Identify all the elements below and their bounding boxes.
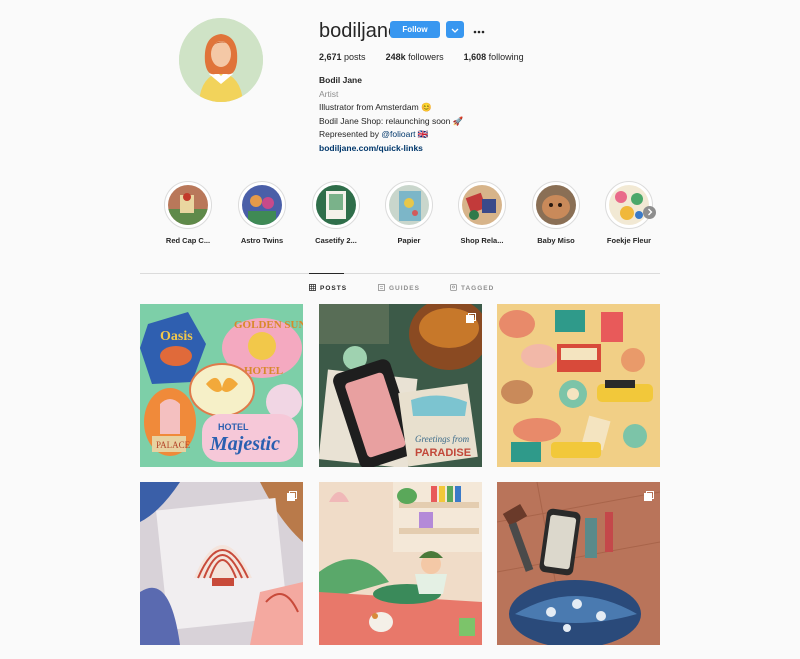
post-tile[interactable] — [319, 482, 482, 645]
tagged-icon — [450, 284, 457, 293]
svg-text:Majestic: Majestic — [209, 433, 280, 455]
svg-text:HOTEL: HOTEL — [244, 365, 283, 377]
svg-text:HOTEL: HOTEL — [218, 422, 249, 432]
highlight-label: Baby Miso — [537, 236, 575, 245]
following-label: following — [488, 52, 524, 62]
story-highlights: Red Cap C... Astro Twins Casetify 2... P… — [155, 181, 665, 251]
bio-line-3: Represented by @folioart 🇬🇧 — [319, 128, 463, 142]
bio-mention-link[interactable]: @folioart — [381, 129, 415, 139]
multi-post-icon — [466, 310, 476, 328]
post-tile[interactable]: Oasis GOLDEN SUN HOTEL PALACE HOTEL Maje… — [140, 304, 303, 467]
highlight-ring — [312, 181, 360, 229]
multi-post-icon — [644, 488, 654, 506]
profile-avatar[interactable] — [179, 18, 263, 102]
highlights-next-button[interactable] — [643, 206, 656, 219]
highlight-thumbnail — [389, 185, 429, 225]
profile-stats: 2,671 posts 248k followers 1,608 followi… — [319, 52, 544, 62]
svg-text:GOLDEN SUN: GOLDEN SUN — [234, 319, 303, 331]
highlight-label: Papier — [397, 236, 421, 245]
tab-posts-label: POSTS — [320, 285, 348, 292]
post-tile[interactable]: Greetings from PARADISE — [319, 304, 482, 467]
highlight-ring — [164, 181, 212, 229]
highlight-thumbnail — [536, 185, 576, 225]
highlight-item[interactable]: Astro Twins — [222, 181, 302, 245]
highlight-item[interactable]: Foekje Fleur — [589, 181, 669, 245]
bio-line-3-prefix: Represented by — [319, 129, 382, 139]
post-tile[interactable] — [497, 304, 660, 467]
tab-tagged-label: TAGGED — [461, 285, 495, 292]
highlight-ring — [605, 181, 653, 229]
post-tile[interactable] — [140, 482, 303, 645]
tab-tagged[interactable]: TAGGED — [450, 284, 494, 293]
guides-icon — [378, 284, 385, 293]
highlight-item[interactable]: Papier — [369, 181, 449, 245]
posts-label: posts — [344, 52, 366, 62]
svg-text:Oasis: Oasis — [160, 329, 193, 344]
highlight-label: Astro Twins — [240, 236, 284, 245]
profile-username: bodiljane — [319, 20, 400, 42]
svg-text:PARADISE: PARADISE — [415, 447, 471, 459]
bio-website-link[interactable]: bodiljane.com/quick-links — [319, 142, 463, 156]
svg-text:Greetings from: Greetings from — [415, 434, 470, 444]
highlight-item[interactable]: Casetify 2... — [296, 181, 376, 245]
highlight-ring — [238, 181, 286, 229]
grid-icon — [309, 284, 316, 293]
following-stat[interactable]: 1,608 following — [464, 52, 524, 62]
highlight-item[interactable]: Red Cap C... — [148, 181, 228, 245]
highlight-thumbnail — [609, 185, 649, 225]
bio-line-2: Bodil Jane Shop: relaunching soon 🚀 — [319, 115, 464, 126]
bio-category: Artist — [319, 88, 339, 99]
follow-button[interactable]: Follow — [390, 21, 440, 38]
followers-count: 248k — [385, 52, 406, 62]
highlight-thumbnail — [168, 185, 208, 225]
profile-bio: Bodil Jane Artist Illustrator from Amste… — [319, 74, 463, 155]
highlight-label: Foekje Fleur — [606, 236, 652, 245]
tab-posts[interactable]: POSTS — [309, 284, 347, 293]
highlight-item[interactable]: Shop Rela... — [442, 181, 522, 245]
chevron-down-icon — [451, 21, 459, 39]
tab-guides-label: GUIDES — [389, 285, 420, 292]
bio-name: Bodil Jane — [319, 75, 362, 85]
posts-stat: 2,671 posts — [319, 52, 366, 62]
tabs-divider — [140, 273, 660, 274]
highlight-label: Shop Rela... — [460, 236, 504, 245]
highlight-label: Red Cap C... — [165, 236, 211, 245]
tab-guides[interactable]: GUIDES — [378, 284, 420, 293]
svg-text:PALACE: PALACE — [156, 440, 191, 450]
active-tab-indicator — [309, 273, 344, 274]
followers-stat[interactable]: 248k followers — [386, 52, 444, 62]
bio-line-1: Illustrator from Amsterdam 😊 — [319, 102, 432, 112]
more-dots-icon — [473, 21, 485, 39]
post-tile[interactable] — [497, 482, 660, 645]
suggested-dropdown-button[interactable] — [446, 21, 464, 38]
bio-line-3-flag: 🇬🇧 — [415, 129, 429, 139]
posts-count: 2,671 — [319, 52, 342, 62]
highlight-thumbnail — [316, 185, 356, 225]
more-options-button[interactable] — [471, 21, 487, 38]
highlight-item[interactable]: Baby Miso — [516, 181, 596, 245]
highlight-label: Casetify 2... — [315, 236, 357, 245]
followers-label: followers — [408, 52, 444, 62]
multi-post-icon — [287, 488, 297, 506]
highlight-ring — [458, 181, 506, 229]
highlight-thumbnail — [462, 185, 502, 225]
highlight-ring — [385, 181, 433, 229]
chevron-right-icon — [647, 208, 653, 218]
highlight-thumbnail — [242, 185, 282, 225]
highlight-ring — [532, 181, 580, 229]
following-count: 1,608 — [463, 52, 487, 62]
